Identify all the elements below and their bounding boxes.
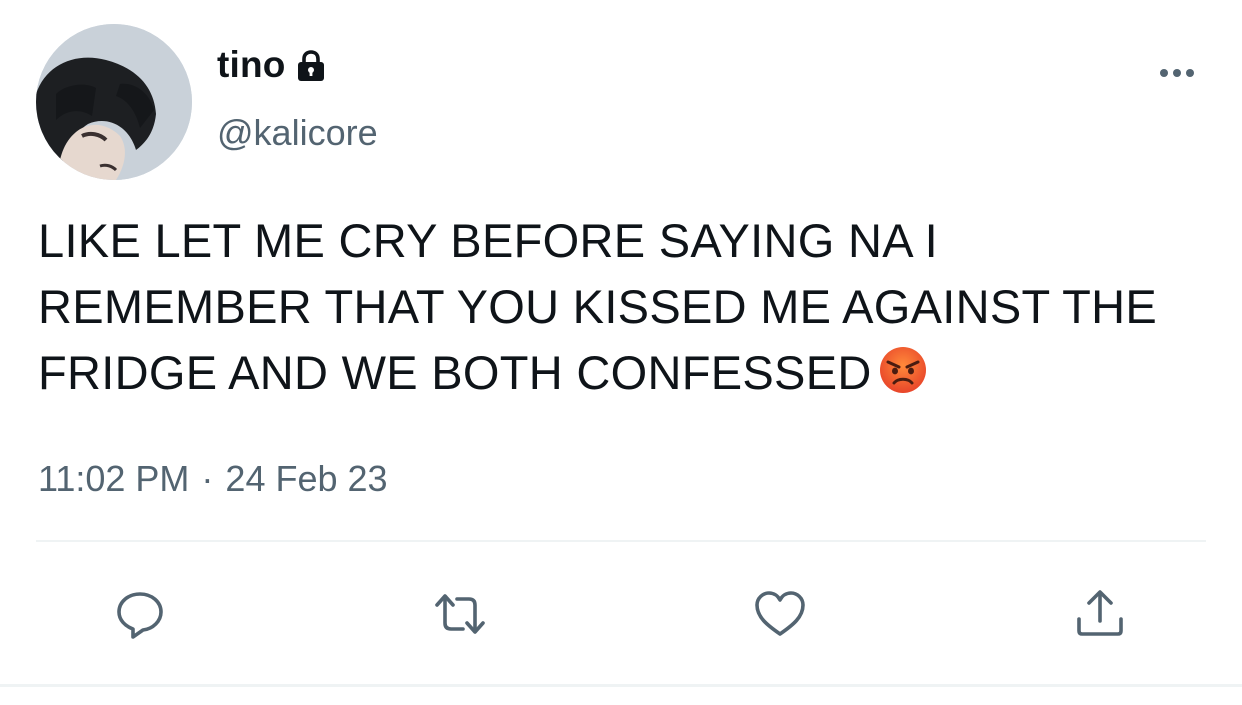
reply-button[interactable] <box>112 586 168 642</box>
lock-icon <box>297 50 324 81</box>
share-button[interactable] <box>1072 586 1128 642</box>
heart-icon <box>755 591 805 636</box>
avatar[interactable] <box>36 24 192 180</box>
bottom-divider <box>0 684 1242 687</box>
avatar-photo <box>36 24 192 180</box>
like-button[interactable] <box>752 586 808 642</box>
tweet-card: tino @kalicore LIKE LET ME CRY BEFORE SA… <box>0 0 1242 705</box>
tweet-date: 24 Feb 23 <box>225 458 388 499</box>
timestamp-separator: · <box>201 458 214 499</box>
user-handle[interactable]: @kalicore <box>217 112 378 154</box>
angry-face-icon <box>879 347 926 393</box>
share-icon <box>1077 590 1123 636</box>
angry-face-emoji <box>872 346 928 399</box>
tweet-timestamp[interactable]: 11:02 PM · 24 Feb 23 <box>38 458 388 500</box>
display-name-row: tino <box>217 44 328 86</box>
display-name[interactable]: tino <box>217 44 286 86</box>
more-icon[interactable] <box>1156 58 1198 88</box>
tweet-body: LIKE LET ME CRY BEFORE SAYING NA I REMEM… <box>38 214 1158 399</box>
retweet-button[interactable] <box>432 586 488 642</box>
retweet-icon <box>435 594 485 634</box>
tweet-text: LIKE LET ME CRY BEFORE SAYING NA I REMEM… <box>38 208 1208 406</box>
reply-icon <box>117 592 163 639</box>
divider <box>36 540 1206 542</box>
tweet-time: 11:02 PM <box>38 458 190 499</box>
